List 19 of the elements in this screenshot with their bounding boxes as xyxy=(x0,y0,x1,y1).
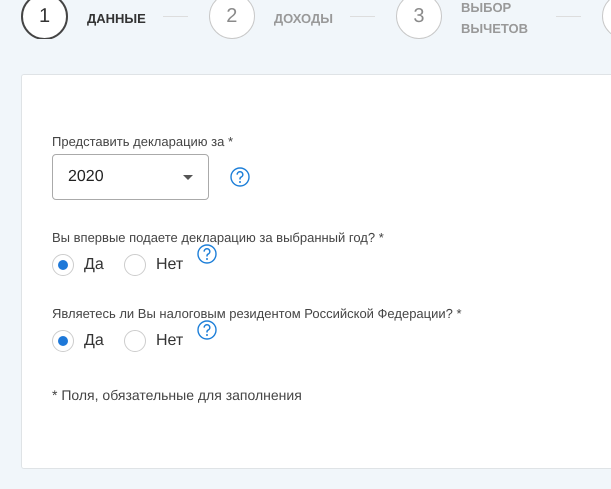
help-icon[interactable] xyxy=(197,320,217,340)
radio-label[interactable]: Нет xyxy=(156,332,181,350)
radio-button[interactable] xyxy=(124,330,146,352)
step-label[interactable]: ДАННЫЕ xyxy=(87,8,146,28)
required-note: * Поля, обязательные для заполнения xyxy=(52,386,303,403)
radio-button[interactable] xyxy=(52,330,74,352)
radio-label[interactable]: Да xyxy=(84,332,109,350)
help-icon[interactable] xyxy=(197,244,217,264)
field-label: Вы впервые подаете декларацию за выбранный год? * xyxy=(52,230,385,246)
radio-label[interactable]: Да xyxy=(84,256,109,274)
field-label: Представить декларацию за * xyxy=(52,134,234,150)
help-icon[interactable] xyxy=(230,167,250,187)
radio-label[interactable]: Нет xyxy=(156,256,181,274)
field-label: Являетесь ли Вы налоговым резидентом Российской Федерации? * xyxy=(52,306,463,322)
year-dropdown[interactable]: 2020 xyxy=(52,154,209,200)
step-circle[interactable]: 1 xyxy=(21,0,68,39)
radio-button[interactable] xyxy=(124,254,146,276)
radio-button[interactable] xyxy=(52,254,74,276)
caret-icon xyxy=(183,174,193,180)
